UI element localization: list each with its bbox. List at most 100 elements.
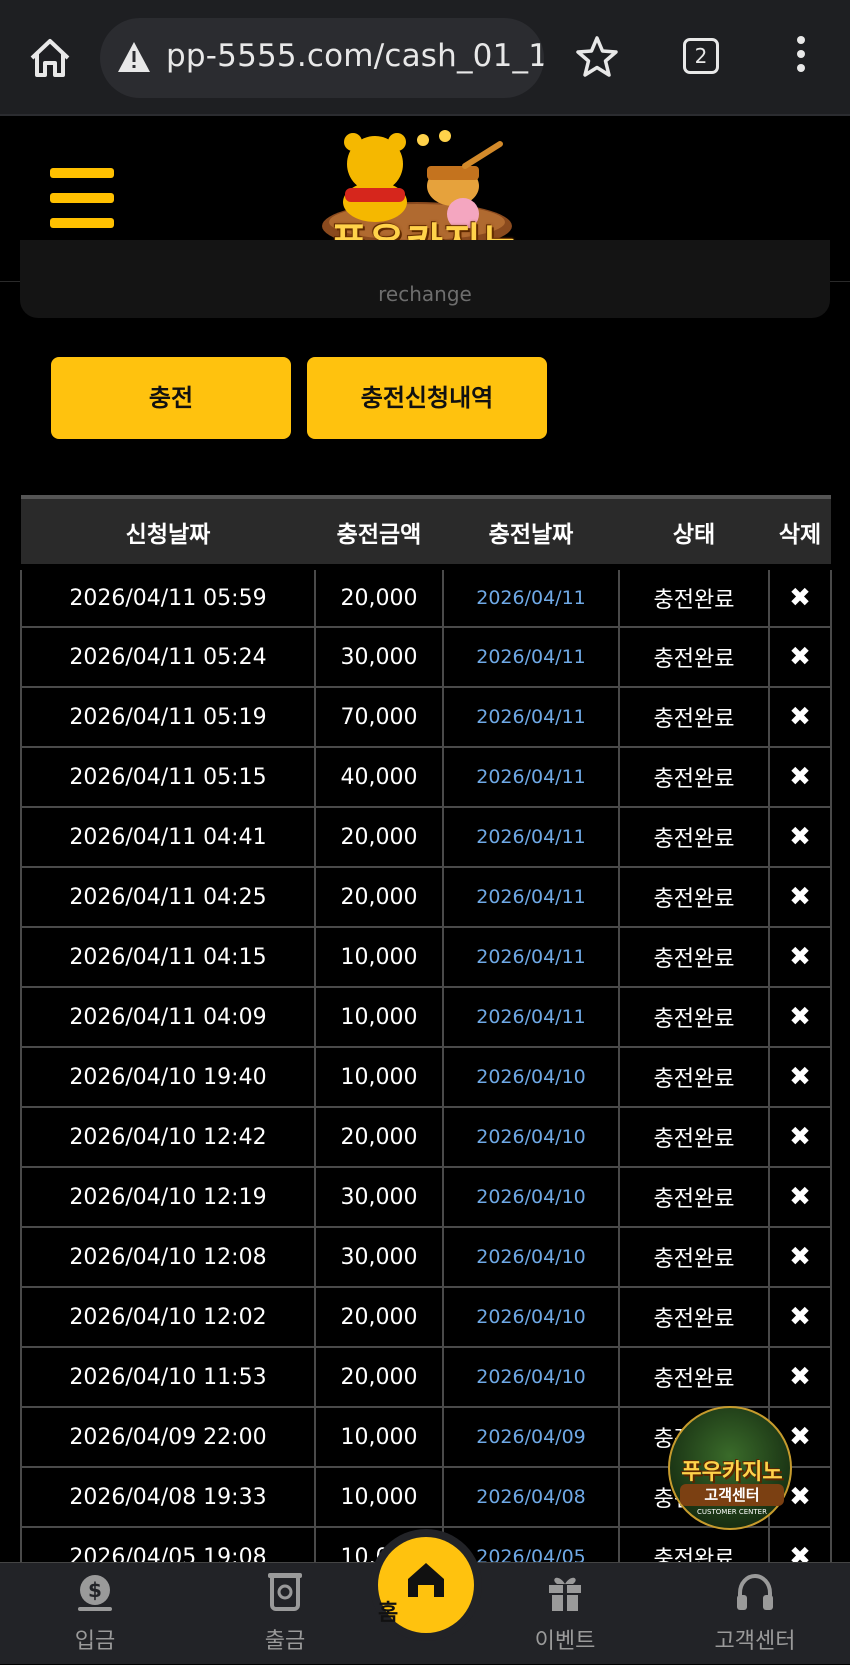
charge-date-cell[interactable]: 2026/04/11 xyxy=(442,806,620,868)
request-date-cell: 2026/04/11 04:15 xyxy=(20,926,316,988)
request-date-cell: 2026/04/11 04:41 xyxy=(20,806,316,868)
amount-cell: 70,000 xyxy=(314,686,444,748)
gift-icon xyxy=(549,1577,581,1611)
status-cell: 충전완료 xyxy=(618,986,770,1048)
charge-date-cell[interactable]: 2026/04/11 xyxy=(442,986,620,1048)
status-cell: 충전완료 xyxy=(618,1046,770,1108)
charge-date-cell[interactable]: 2026/04/11 xyxy=(442,686,620,748)
status-cell: 충전완료 xyxy=(618,564,770,628)
charge-date-cell[interactable]: 2026/04/11 xyxy=(442,564,620,628)
amount-cell: 10,000 xyxy=(314,1046,444,1108)
charge-date-cell[interactable]: 2026/04/10 xyxy=(442,1106,620,1168)
table-row: 2026/04/10 12:42 20,000 2026/04/10 충전완료 ✖ xyxy=(20,1106,832,1168)
status-cell: 충전완료 xyxy=(618,1166,770,1228)
delete-icon[interactable]: ✖ xyxy=(768,986,832,1048)
request-date-cell: 2026/04/10 12:02 xyxy=(20,1286,316,1348)
hamburger-menu-icon[interactable] xyxy=(50,168,114,228)
amount-cell: 10,000 xyxy=(314,1406,444,1468)
request-date-cell: 2026/04/10 19:40 xyxy=(20,1046,316,1108)
delete-icon[interactable]: ✖ xyxy=(768,1106,832,1168)
recharge-panel: rechange xyxy=(20,240,830,318)
headphones-icon xyxy=(737,1573,773,1610)
cs-badge-title: 푸우카지노 xyxy=(681,1460,783,1485)
recharge-label: rechange xyxy=(378,282,472,306)
charge-date-cell[interactable]: 2026/04/10 xyxy=(442,1286,620,1348)
delete-icon[interactable]: ✖ xyxy=(768,866,832,928)
delete-icon[interactable]: ✖ xyxy=(768,564,832,628)
charge-date-cell[interactable]: 2026/04/10 xyxy=(442,1226,620,1288)
delete-icon[interactable]: ✖ xyxy=(768,1166,832,1228)
nav-home[interactable]: 홈 xyxy=(378,1537,474,1633)
request-date-cell: 2026/04/10 12:42 xyxy=(20,1106,316,1168)
request-date-cell: 2026/04/09 22:00 xyxy=(20,1406,316,1468)
delete-icon[interactable]: ✖ xyxy=(768,746,832,808)
charge-date-cell[interactable]: 2026/04/11 xyxy=(442,746,620,808)
table-row: 2026/04/11 05:59 20,000 2026/04/11 충전완료 ✖ xyxy=(20,564,832,628)
tab-switcher-button[interactable]: 2 xyxy=(683,38,719,74)
amount-cell: 20,000 xyxy=(314,866,444,928)
nav-home-label: 홈 xyxy=(378,1601,399,1626)
request-date-cell: 2026/04/11 05:24 xyxy=(20,626,316,688)
charge-date-cell[interactable]: 2026/04/10 xyxy=(442,1166,620,1228)
delete-icon[interactable]: ✖ xyxy=(768,806,832,868)
table-row: 2026/04/11 05:19 70,000 2026/04/11 충전완료 ✖ xyxy=(20,686,832,748)
home-icon xyxy=(408,1563,444,1597)
amount-cell: 20,000 xyxy=(314,1346,444,1408)
status-cell: 충전완료 xyxy=(618,926,770,988)
request-date-cell: 2026/04/10 12:19 xyxy=(20,1166,316,1228)
nav-withdraw-label: 출금 xyxy=(264,1629,306,1654)
warning-icon[interactable] xyxy=(116,40,152,74)
charge-button[interactable]: 충전 xyxy=(51,357,291,439)
table-row: 2026/04/10 12:19 30,000 2026/04/10 충전완료 ✖ xyxy=(20,1166,832,1228)
customer-center-badge[interactable]: 푸우카지노 고객센터 CUSTOMER CENTER xyxy=(668,1406,792,1530)
url-text[interactable]: pp-5555.com/cash_01_1. xyxy=(166,38,544,74)
nav-withdraw[interactable]: 출금 xyxy=(200,1563,370,1665)
nav-event[interactable]: 이벤트 xyxy=(480,1563,650,1665)
delete-icon[interactable]: ✖ xyxy=(768,1046,832,1108)
status-cell: 충전완료 xyxy=(618,1346,770,1408)
nav-deposit[interactable]: $ 입금 xyxy=(10,1563,180,1665)
charge-date-cell[interactable]: 2026/04/11 xyxy=(442,626,620,688)
address-bar[interactable]: pp-5555.com/cash_01_1. xyxy=(100,18,544,98)
request-date-cell: 2026/04/10 11:53 xyxy=(20,1346,316,1408)
more-menu-icon[interactable] xyxy=(790,36,812,80)
charge-date-cell[interactable]: 2026/04/10 xyxy=(442,1046,620,1108)
home-icon[interactable] xyxy=(28,36,72,80)
table-row: 2026/04/11 05:15 40,000 2026/04/11 충전완료 ✖ xyxy=(20,746,832,808)
charge-date-cell[interactable]: 2026/04/09 xyxy=(442,1406,620,1468)
table-row: 2026/04/11 04:09 10,000 2026/04/11 충전완료 ✖ xyxy=(20,986,832,1048)
delete-icon[interactable]: ✖ xyxy=(768,1346,832,1408)
cs-badge-subtitle: 고객센터 xyxy=(680,1484,784,1506)
status-cell: 충전완료 xyxy=(618,806,770,868)
table-row: 2026/04/11 04:25 20,000 2026/04/11 충전완료 ✖ xyxy=(20,866,832,928)
delete-icon[interactable]: ✖ xyxy=(768,1286,832,1348)
delete-icon[interactable]: ✖ xyxy=(768,626,832,688)
status-cell: 충전완료 xyxy=(618,1106,770,1168)
charge-history-button[interactable]: 충전신청내역 xyxy=(307,357,547,439)
request-date-cell: 2026/04/11 05:59 xyxy=(20,564,316,628)
star-icon[interactable] xyxy=(574,34,620,80)
nav-support[interactable]: 고객센터 xyxy=(670,1563,840,1665)
delete-icon[interactable]: ✖ xyxy=(768,1226,832,1288)
nav-event-label: 이벤트 xyxy=(534,1629,596,1654)
charge-date-cell[interactable]: 2026/04/08 xyxy=(442,1466,620,1528)
table-row: 2026/04/10 12:02 20,000 2026/04/10 충전완료 ✖ xyxy=(20,1286,832,1348)
nav-support-label: 고객센터 xyxy=(714,1629,796,1654)
charge-date-cell[interactable]: 2026/04/11 xyxy=(442,866,620,928)
amount-cell: 10,000 xyxy=(314,926,444,988)
amount-cell: 30,000 xyxy=(314,1166,444,1228)
amount-cell: 10,000 xyxy=(314,986,444,1048)
bottom-navigation: $ 입금 출금 홈 이벤트 고객센터 xyxy=(0,1537,850,1665)
charge-date-cell[interactable]: 2026/04/11 xyxy=(442,926,620,988)
request-date-cell: 2026/04/11 05:19 xyxy=(20,686,316,748)
amount-cell: 20,000 xyxy=(314,806,444,868)
delete-icon[interactable]: ✖ xyxy=(768,926,832,988)
delete-icon[interactable]: ✖ xyxy=(768,686,832,748)
table-row: 2026/04/10 11:53 20,000 2026/04/10 충전완료 ✖ xyxy=(20,1346,832,1408)
charge-date-cell[interactable]: 2026/04/10 xyxy=(442,1346,620,1408)
status-cell: 충전완료 xyxy=(618,1226,770,1288)
svg-text:$: $ xyxy=(88,1578,102,1602)
column-header-delete: 삭제 xyxy=(769,495,831,567)
request-date-cell: 2026/04/11 04:25 xyxy=(20,866,316,928)
amount-cell: 20,000 xyxy=(314,1286,444,1348)
